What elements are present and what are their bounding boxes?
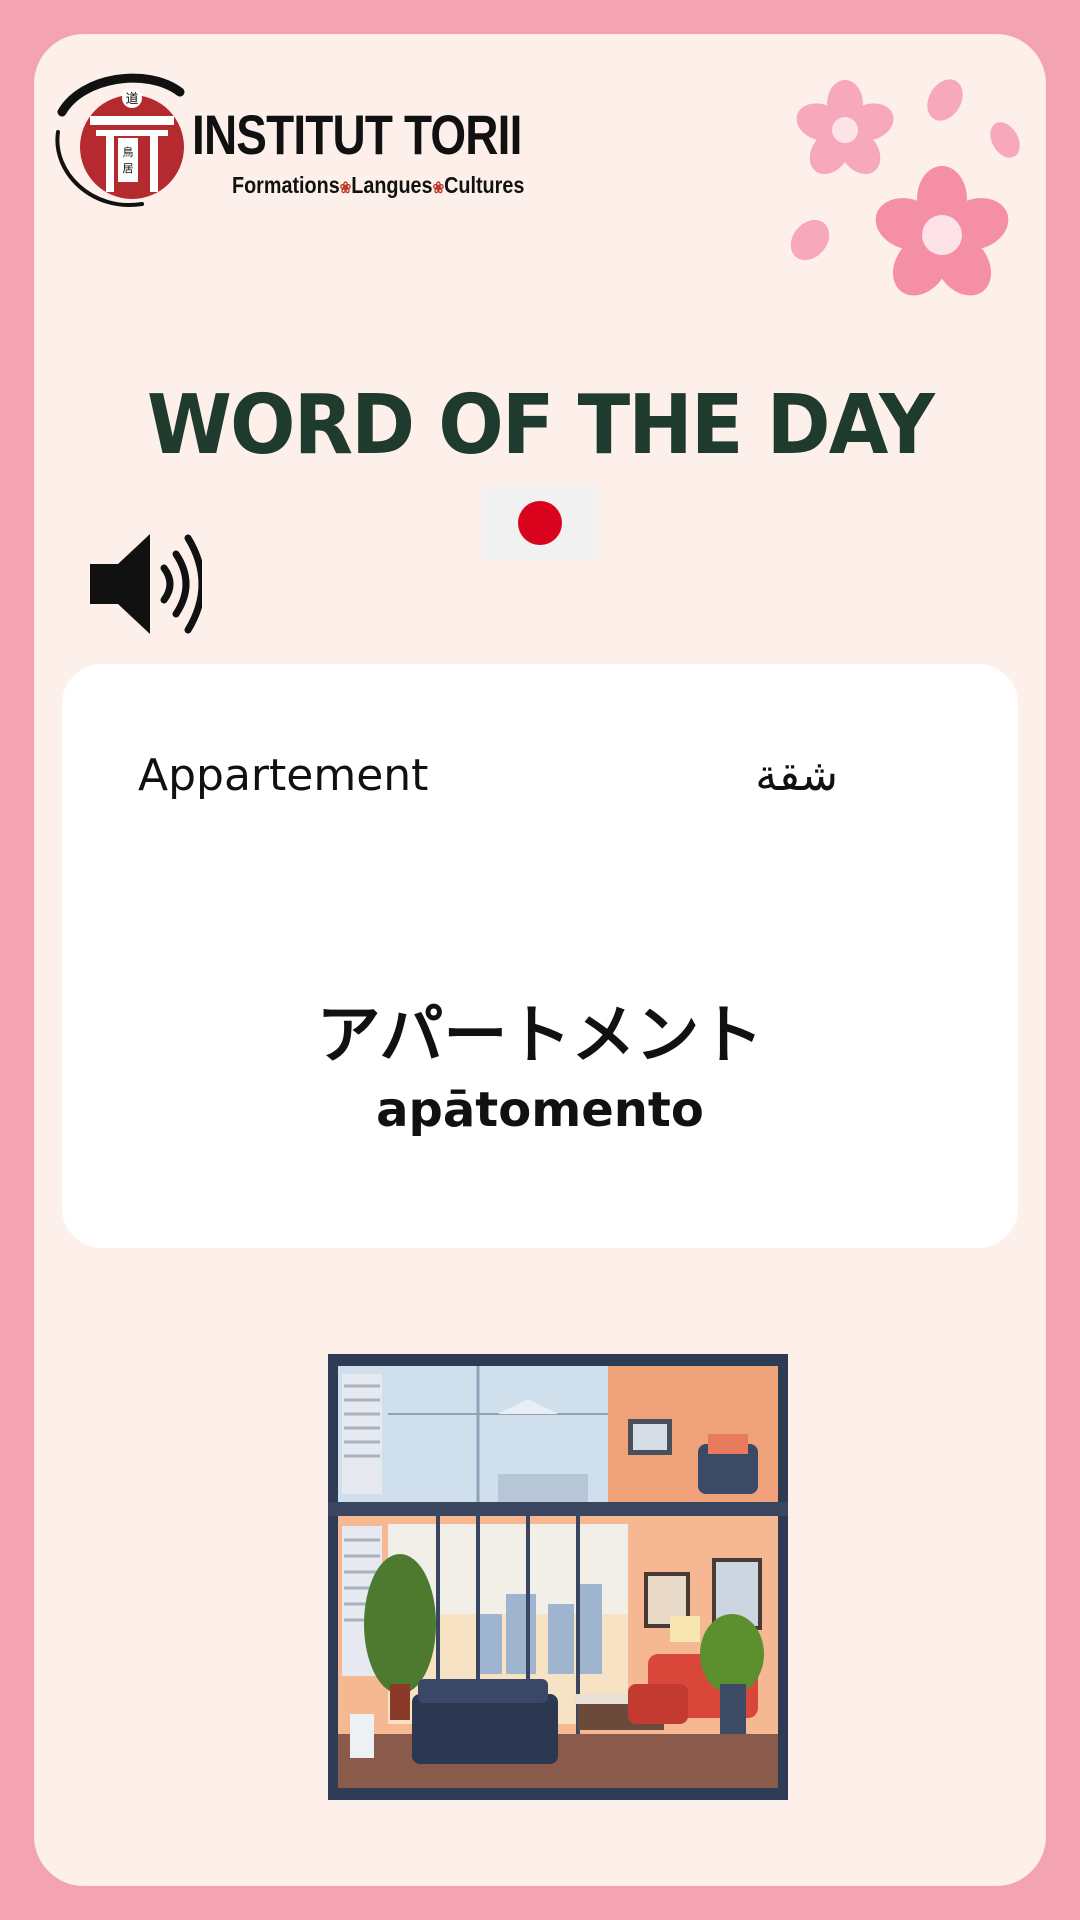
svg-text:道: 道 (125, 92, 138, 107)
brand-name: INSTITUT TORII (192, 103, 522, 166)
brand-tagline: Formations❀Langues❀Cultures (232, 172, 524, 199)
arabic-translation: شقة (755, 750, 838, 801)
institut-torii-logo: 道 鳥 居 INSTITUT TORII Formations❀Langues❀… (52, 72, 524, 212)
flower-separator-icon: ❀ (339, 180, 352, 197)
page-title: WORD OF THE DAY (146, 378, 935, 473)
torii-logo-icon: 道 鳥 居 (55, 73, 185, 208)
apartment-illustration (328, 1354, 788, 1800)
word-card: Appartement شقة アパートメント apātomento (62, 664, 1018, 1248)
french-translation: Appartement (138, 750, 429, 801)
japanese-word: アパートメント (316, 999, 764, 1073)
tagline-formations: Formations (232, 172, 340, 198)
romaji-reading: apātomento (376, 1082, 704, 1138)
flower-separator-icon: ❀ (432, 180, 445, 197)
svg-text:居: 居 (123, 162, 134, 175)
svg-text:鳥: 鳥 (123, 145, 134, 159)
speaker-icon[interactable] (86, 528, 202, 640)
cherry-blossom-icon (790, 79, 1020, 296)
japan-flag-icon (482, 486, 598, 560)
flag-sun (518, 501, 562, 545)
tagline-langues: Langues (351, 172, 433, 198)
tagline-cultures: Cultures (444, 172, 525, 198)
